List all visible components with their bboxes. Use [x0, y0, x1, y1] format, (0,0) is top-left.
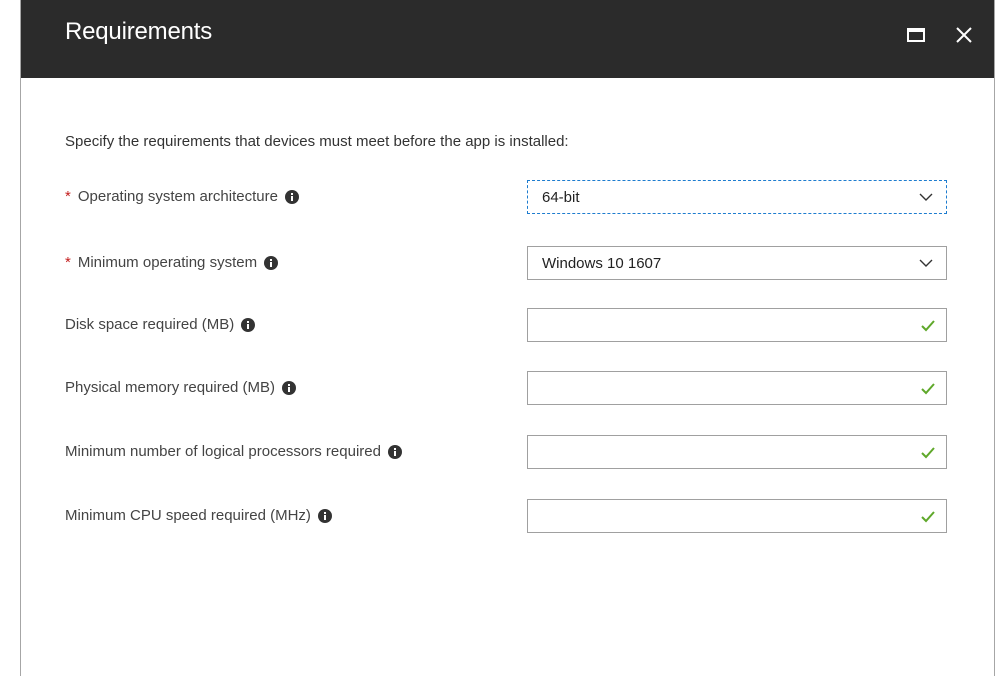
physical-memory-label-group: Physical memory required (MB) [65, 379, 297, 396]
logical-processors-label-group: Minimum number of logical processors req… [65, 443, 402, 460]
info-icon[interactable] [241, 317, 256, 332]
min-os-label-group: * Minimum operating system [65, 254, 279, 271]
min-os-label: Minimum operating system [77, 254, 258, 271]
physical-memory-label: Physical memory required (MB) [65, 379, 276, 396]
dialog-header: Requirements [21, 0, 994, 78]
os-architecture-value: 64-bit [542, 189, 580, 206]
physical-memory-input[interactable] [527, 371, 947, 405]
os-architecture-dropdown[interactable]: 64-bit [527, 180, 947, 214]
os-architecture-label: Operating system architecture [77, 188, 278, 205]
min-os-dropdown[interactable]: Windows 10 1607 [527, 246, 947, 280]
cpu-speed-input[interactable] [527, 499, 947, 533]
close-button[interactable] [949, 20, 979, 50]
info-icon[interactable] [284, 189, 299, 204]
checkmark-icon [921, 320, 935, 332]
info-icon[interactable] [317, 508, 332, 523]
logical-processors-input[interactable] [527, 435, 947, 469]
required-marker: * [65, 188, 71, 205]
chevron-down-icon [919, 259, 933, 267]
info-icon[interactable] [387, 444, 402, 459]
chevron-down-icon [919, 193, 933, 201]
logical-processors-label: Minimum number of logical processors req… [65, 443, 381, 460]
cpu-speed-label: Minimum CPU speed required (MHz) [65, 507, 311, 524]
checkmark-icon [921, 447, 935, 459]
checkmark-icon [921, 511, 935, 523]
min-os-row: * Minimum operating system Windows 10 16… [21, 246, 994, 280]
disk-space-input[interactable] [527, 308, 947, 342]
os-architecture-label-group: * Operating system architecture [65, 188, 299, 205]
cpu-speed-row: Minimum CPU speed required (MHz) [21, 499, 994, 533]
checkmark-icon [921, 383, 935, 395]
intro-text: Specify the requirements that devices mu… [65, 133, 569, 150]
os-architecture-row: * Operating system architecture 64-bit [21, 180, 994, 214]
min-os-value: Windows 10 1607 [542, 255, 662, 272]
maximize-icon [907, 28, 925, 42]
info-icon[interactable] [282, 380, 297, 395]
logical-processors-row: Minimum number of logical processors req… [21, 435, 994, 469]
dialog-title: Requirements [65, 18, 213, 45]
maximize-button[interactable] [903, 22, 929, 48]
required-marker: * [65, 254, 71, 271]
close-icon [956, 27, 972, 43]
requirements-dialog: Requirements Specify the requirements th… [20, 0, 995, 676]
disk-space-label: Disk space required (MB) [65, 316, 235, 333]
disk-space-row: Disk space required (MB) [21, 308, 994, 342]
disk-space-label-group: Disk space required (MB) [65, 316, 256, 333]
info-icon[interactable] [264, 255, 279, 270]
cpu-speed-label-group: Minimum CPU speed required (MHz) [65, 507, 332, 524]
physical-memory-row: Physical memory required (MB) [21, 371, 994, 405]
